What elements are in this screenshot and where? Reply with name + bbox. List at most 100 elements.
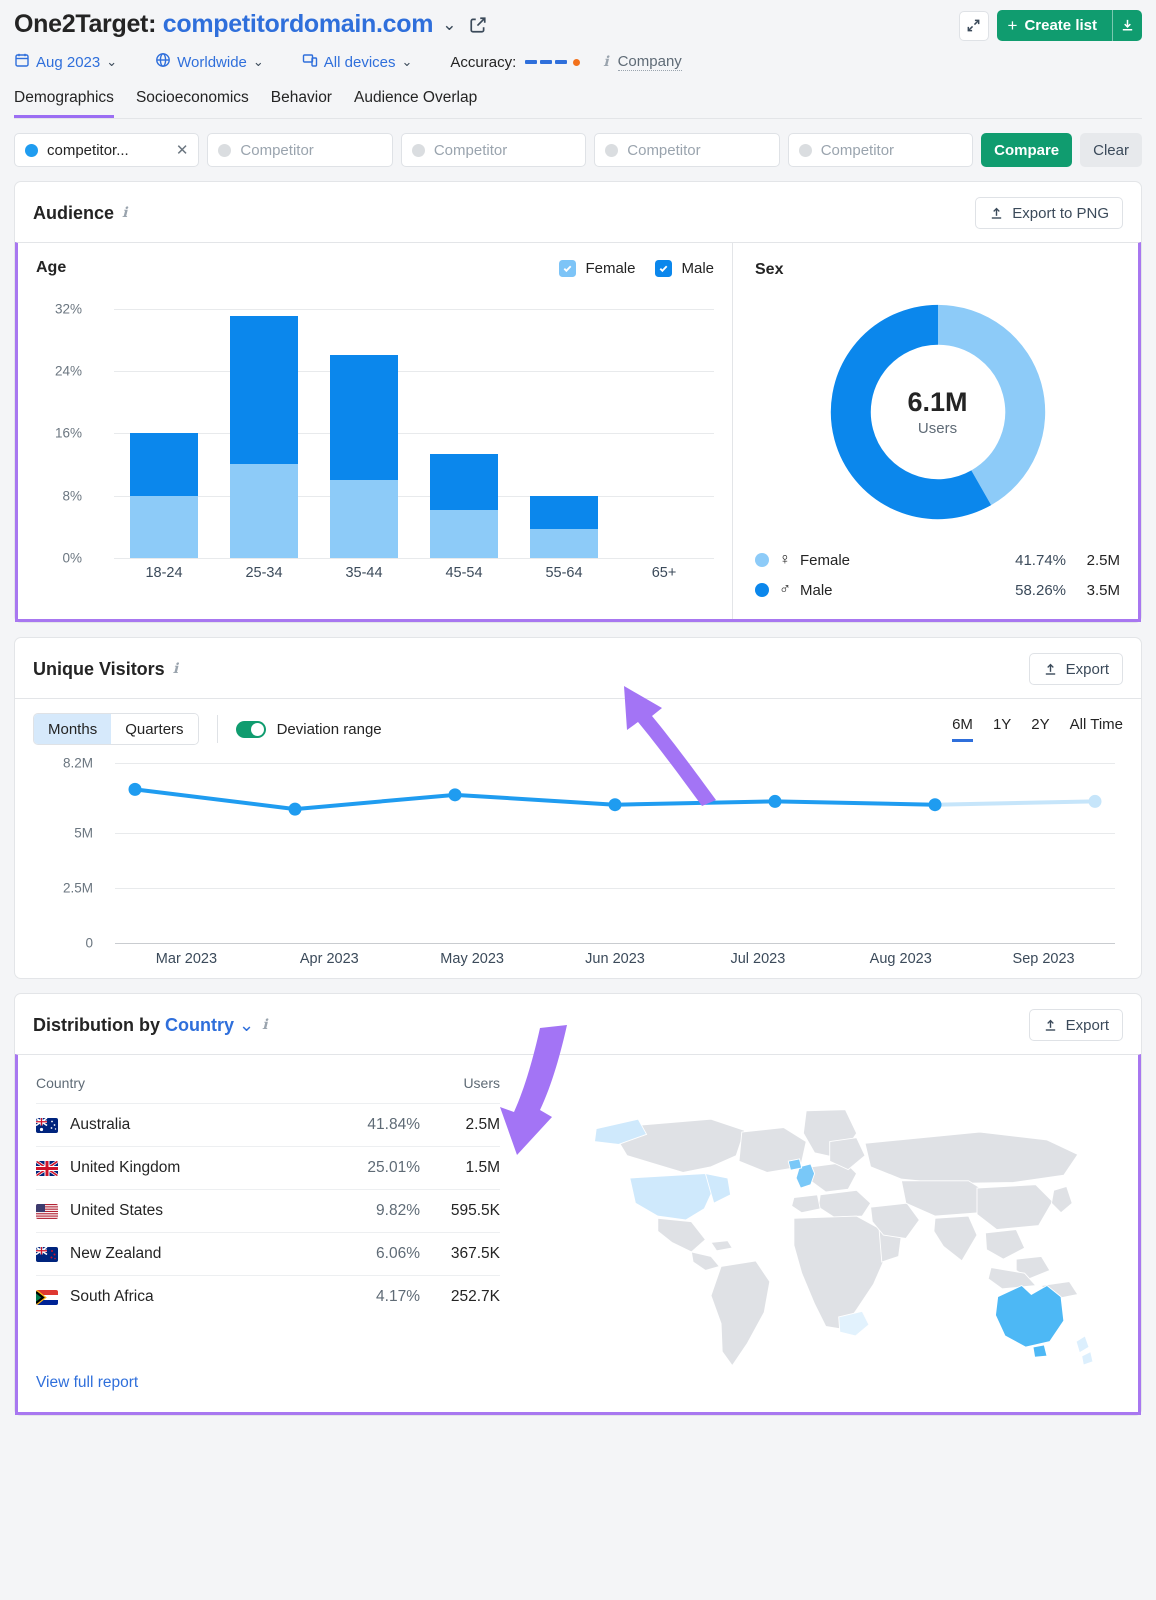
competitor-chip-3[interactable]: Competitor (594, 133, 780, 167)
legend-checkbox-male[interactable]: Male (655, 259, 714, 277)
age-bar[interactable] (430, 454, 498, 558)
country-table-row[interactable]: Australia 41.84% 2.5M (36, 1103, 500, 1146)
age-bar-column[interactable] (214, 293, 314, 558)
line-data-point[interactable] (288, 802, 302, 816)
create-list-button[interactable]: + Create list (996, 10, 1112, 41)
country-percent: 6.06% (376, 1245, 420, 1262)
sex-legend-users-female: 2.5M (1086, 551, 1120, 569)
info-icon[interactable]: ℹ (122, 205, 127, 222)
competitor-color-dot (25, 143, 38, 157)
info-icon[interactable]: ℹ (173, 661, 178, 678)
line-chart-x-tick: Jun 2023 (585, 951, 645, 967)
column-header-country: Country (36, 1075, 86, 1091)
download-icon-button[interactable] (1112, 10, 1142, 41)
age-y-tick: 16% (54, 425, 82, 441)
sex-legend-row-female[interactable]: ♀ Female 41.74% 2.5M (755, 545, 1120, 575)
deviation-range-toggle[interactable] (235, 720, 266, 738)
competitor-placeholder-1: Competitor (240, 141, 314, 159)
age-bar-column[interactable] (514, 293, 614, 558)
tab-socioeconomics[interactable]: Socioeconomics (136, 89, 249, 118)
gridline (114, 558, 714, 559)
legend-color-dot (755, 583, 769, 597)
world-map-choropleth[interactable] (543, 1069, 1103, 1399)
range-2y[interactable]: 2Y (1031, 716, 1049, 742)
age-bar-column[interactable] (414, 293, 514, 558)
country-users: 252.7K (450, 1288, 500, 1305)
country-table-row[interactable]: South Africa 4.17% 252.7K (36, 1275, 500, 1318)
age-chart-title: Age (36, 259, 67, 276)
line-data-point[interactable] (128, 782, 142, 796)
export-to-png-button[interactable]: Export to PNG (975, 197, 1123, 229)
age-bar-column[interactable] (114, 293, 214, 558)
tab-demographics[interactable]: Demographics (14, 89, 114, 118)
age-bar[interactable] (530, 495, 598, 558)
competitor-value-0: competitor... (47, 141, 129, 159)
create-list-label: Create list (1024, 17, 1097, 34)
header-actions: + Create list (958, 10, 1142, 41)
competitor-chip-2[interactable]: Competitor (400, 133, 587, 167)
calendar-icon (14, 52, 30, 72)
age-bar-column[interactable] (314, 293, 414, 558)
globe-icon (155, 52, 171, 72)
chevron-down-icon[interactable]: ⌄ (239, 1015, 254, 1035)
competitor-chip-0[interactable]: competitor... ✕ (14, 133, 200, 167)
line-chart-y-tick: 8.2M (62, 755, 93, 771)
external-link-icon[interactable] (469, 16, 487, 34)
country-table-row[interactable]: United States 9.82% 595.5K (36, 1189, 500, 1232)
donut-total-users: 6.1M (907, 387, 968, 417)
tab-audience-overlap[interactable]: Audience Overlap (354, 89, 477, 118)
filter-date[interactable]: Aug 2023 ⌄ (14, 52, 117, 72)
line-chart-x-tick: Aug 2023 (869, 951, 932, 967)
view-full-report-link[interactable]: View full report (36, 1318, 500, 1412)
country-users: 1.5M (465, 1159, 500, 1176)
export-button-distribution[interactable]: Export (1028, 1009, 1123, 1041)
chevron-down-icon[interactable]: ⌄ (442, 15, 456, 35)
company-label[interactable]: Company (617, 53, 682, 71)
filter-devices[interactable]: All devices ⌄ (302, 52, 413, 72)
checkbox-checked-icon (559, 259, 577, 277)
line-chart-x-tick: Mar 2023 (155, 951, 218, 967)
country-table-row[interactable]: United Kingdom 25.01% 1.5M (36, 1146, 500, 1189)
info-icon[interactable]: ℹ (603, 54, 608, 71)
line-data-point[interactable] (1088, 794, 1102, 808)
line-data-point[interactable] (608, 798, 622, 812)
country-table-row[interactable]: New Zealand 6.06% 367.5K (36, 1232, 500, 1275)
filter-location[interactable]: Worldwide ⌄ (155, 52, 264, 72)
range-1y[interactable]: 1Y (993, 716, 1011, 742)
line-data-point[interactable] (768, 794, 782, 808)
age-bar[interactable] (230, 316, 298, 558)
legend-color-dot (755, 553, 769, 567)
age-bar[interactable] (130, 433, 198, 558)
expand-icon-button[interactable] (958, 10, 989, 41)
export-to-png-label: Export to PNG (1012, 204, 1109, 222)
flag-icon-nz (36, 1246, 58, 1262)
close-icon[interactable]: ✕ (176, 141, 189, 159)
chevron-down-icon: ⌄ (401, 54, 413, 69)
distribution-dimension-select[interactable]: Country (165, 1015, 234, 1035)
line-chart-x-tick: Sep 2023 (1012, 951, 1075, 967)
granularity-quarters[interactable]: Quarters (111, 714, 198, 744)
compare-button[interactable]: Compare (981, 133, 1073, 167)
legend-checkbox-female[interactable]: Female (559, 259, 635, 277)
tab-behavior[interactable]: Behavior (271, 89, 332, 118)
age-bar-column[interactable] (614, 293, 714, 558)
country-name: United Kingdom (70, 1159, 181, 1176)
bar-segment-female (430, 509, 498, 558)
sex-chart-pane: Sex 6.1M Users ♀ Female 41.74% 2.5M ♂ Ma… (733, 243, 1138, 619)
line-data-point[interactable] (448, 788, 462, 802)
export-button-unique-visitors[interactable]: Export (1028, 653, 1123, 685)
line-data-point[interactable] (928, 798, 942, 812)
distribution-card: Distribution by Country ⌄ ℹ Export Count… (14, 993, 1142, 1416)
range-all-time[interactable]: All Time (1070, 716, 1123, 742)
competitor-chip-1[interactable]: Competitor (207, 133, 393, 167)
age-bar[interactable] (330, 355, 398, 558)
page-title-domain[interactable]: competitordomain.com (163, 10, 434, 38)
sex-legend-row-male[interactable]: ♂ Male 58.26% 3.5M (755, 575, 1120, 605)
accuracy-dash (525, 60, 538, 64)
range-6m[interactable]: 6M (952, 716, 973, 742)
clear-button[interactable]: Clear (1080, 133, 1142, 167)
competitor-chip-4[interactable]: Competitor (787, 133, 974, 167)
competitor-placeholder-2: Competitor (433, 141, 508, 159)
info-icon[interactable]: ℹ (262, 1017, 267, 1034)
granularity-months[interactable]: Months (34, 714, 112, 744)
